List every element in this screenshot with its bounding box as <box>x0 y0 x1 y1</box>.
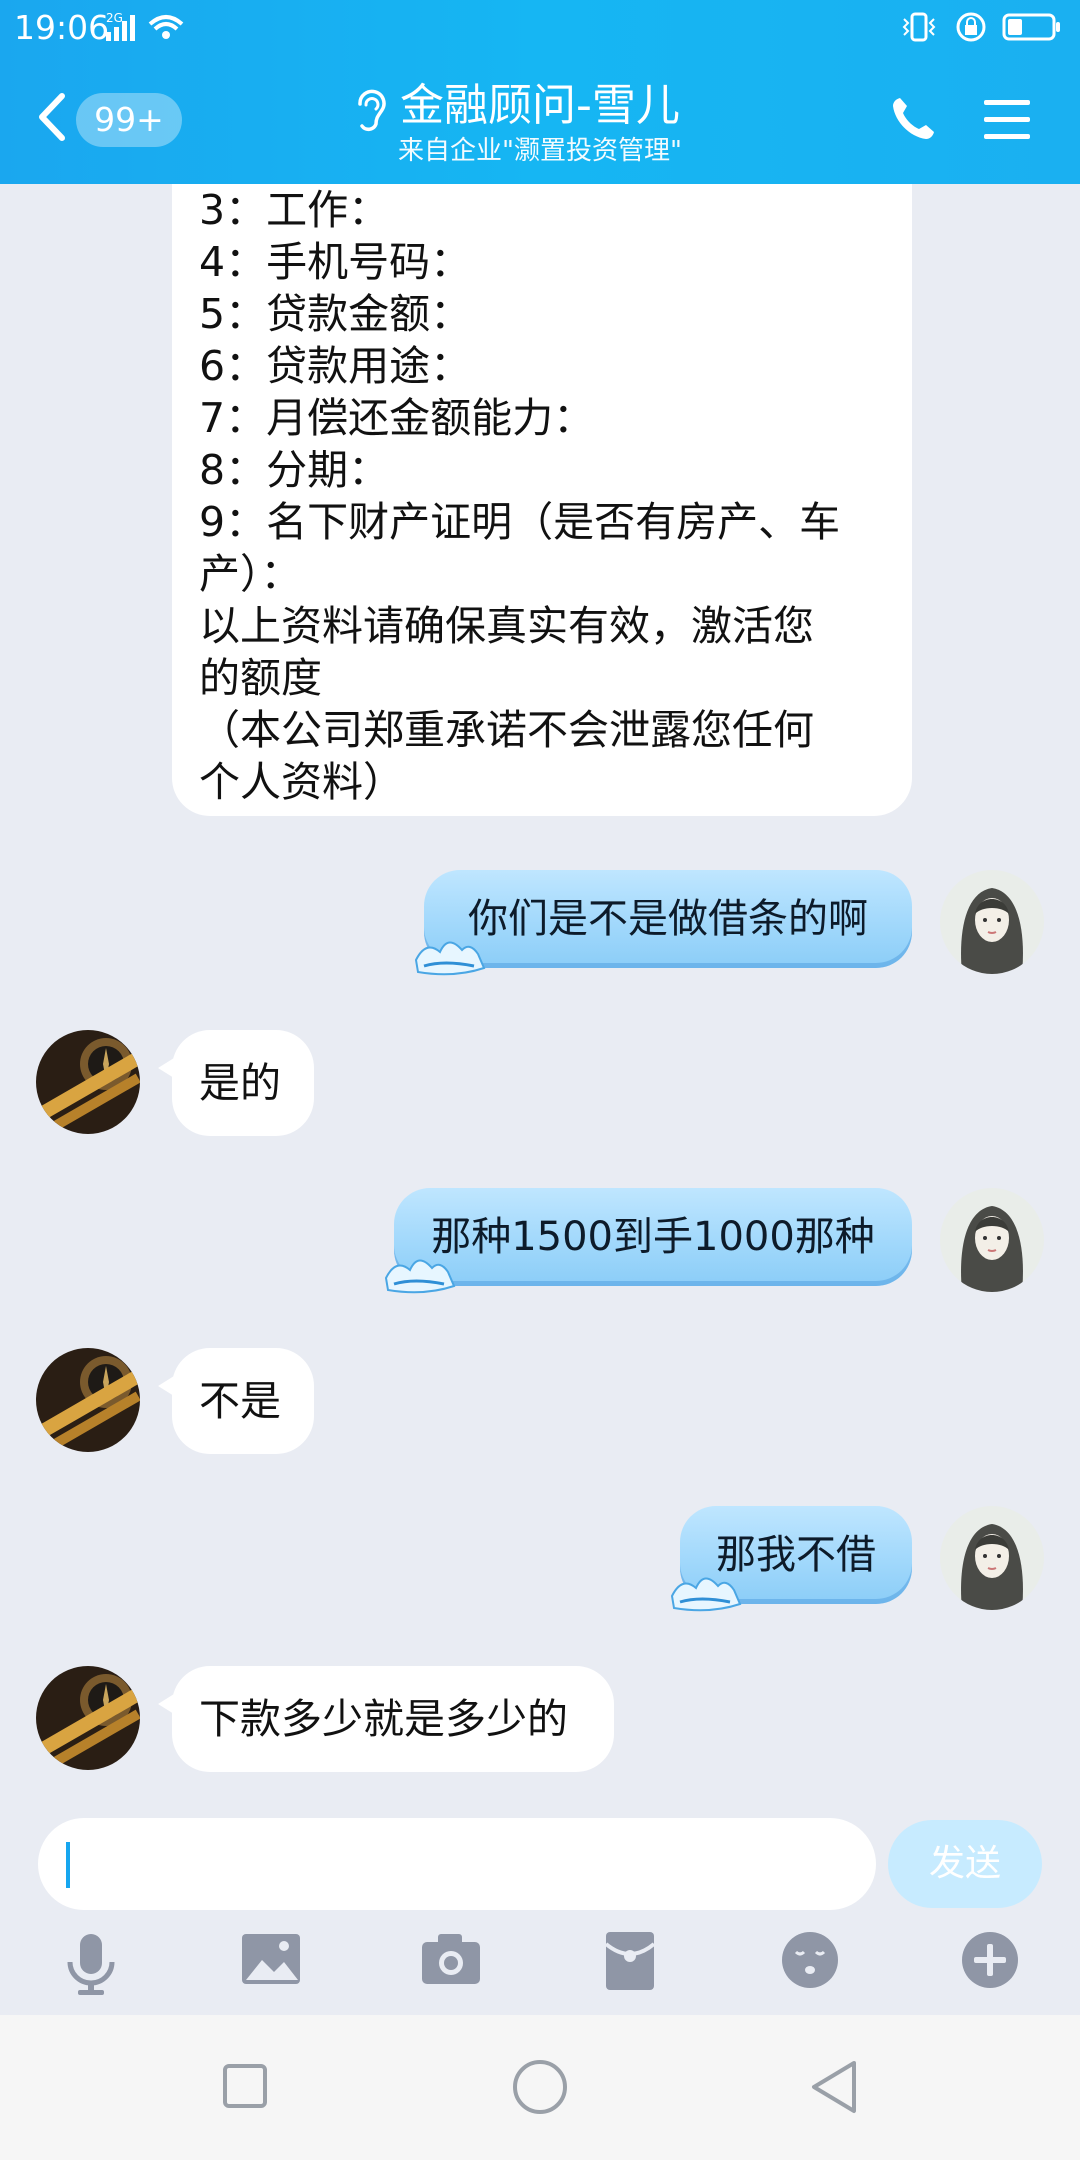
chat-screen: 19:06 2G 99+ 金融顾问-雪儿 来自企业"灏置投资管理" 3：工作： … <box>0 0 1080 2160</box>
battery-icon <box>1002 13 1060 41</box>
message-bubble-sent[interactable]: 你们是不是做借条的啊 <box>424 870 912 968</box>
message-bubble-received[interactable]: 下款多少就是多少的 <box>172 1666 614 1772</box>
home-icon[interactable] <box>512 2059 568 2115</box>
my-avatar[interactable] <box>940 870 1044 974</box>
camera-icon[interactable] <box>420 1930 482 1992</box>
message-text: 你们是不是做借条的啊 <box>468 896 868 942</box>
message-text: 下款多少就是多少的 <box>199 1695 568 1743</box>
message-line: 以上资料请确保真实有效，激活您 <box>199 602 814 650</box>
menu-icon[interactable] <box>982 98 1032 146</box>
vibrate-icon <box>902 12 936 42</box>
status-time: 19:06 <box>14 8 110 47</box>
message-bubble-sent[interactable]: 那种1500到手1000那种 <box>394 1188 912 1286</box>
message-line: 6：贷款用途： <box>199 342 472 390</box>
red-packet-icon[interactable] <box>604 1930 656 1996</box>
message-line: 3：工作： <box>199 186 390 234</box>
my-avatar[interactable] <box>940 1188 1044 1292</box>
image-icon[interactable] <box>240 1930 302 1992</box>
message-input[interactable] <box>38 1818 876 1910</box>
recent-apps-icon[interactable] <box>222 2063 268 2109</box>
back-nav-icon[interactable] <box>808 2059 860 2115</box>
chat-header: 19:06 2G 99+ 金融顾问-雪儿 来自企业"灏置投资管理" <box>0 0 1080 184</box>
send-button[interactable]: 发送 <box>888 1820 1042 1908</box>
phone-icon[interactable] <box>888 94 938 148</box>
message-list[interactable]: 3：工作： 4：手机号码： 5：贷款金额： 6：贷款用途： 7：月偿还金额能力：… <box>0 124 1080 1804</box>
microphone-icon[interactable] <box>62 1930 120 2002</box>
message-line: 8：分期： <box>199 446 390 494</box>
message-bubble-received[interactable]: 不是 <box>172 1348 314 1454</box>
message-line: 7：月偿还金额能力： <box>199 394 595 442</box>
svg-text:2G: 2G <box>106 11 123 25</box>
my-avatar[interactable] <box>940 1506 1044 1610</box>
message-bubble-received[interactable]: 3：工作： 4：手机号码： 5：贷款金额： 6：贷款用途： 7：月偿还金额能力：… <box>172 124 912 816</box>
wave-decoration-icon <box>670 1577 742 1612</box>
text-caret <box>66 1842 70 1888</box>
message-text: 是的 <box>199 1059 281 1107</box>
signal-icon: 2G <box>106 10 202 48</box>
contact-avatar[interactable] <box>36 1030 140 1134</box>
message-line: 5：贷款金额： <box>199 290 472 338</box>
message-line: （本公司郑重承诺不会泄露您任何 <box>199 706 814 754</box>
wave-decoration-icon <box>414 941 486 976</box>
lock-rotation-icon <box>956 12 986 42</box>
message-text: 不是 <box>199 1377 281 1425</box>
message-line: 个人资料） <box>199 758 404 806</box>
emoji-icon[interactable] <box>780 1930 840 1994</box>
message-bubble-received[interactable]: 是的 <box>172 1030 314 1136</box>
message-line: 产）： <box>199 550 302 598</box>
plus-icon[interactable] <box>960 1930 1020 1994</box>
system-navigation-bar <box>0 2015 1080 2160</box>
message-line: 9：名下财产证明（是否有房产、车 <box>199 498 841 546</box>
message-line: 4：手机号码： <box>199 238 472 286</box>
contact-avatar[interactable] <box>36 1348 140 1452</box>
contact-avatar[interactable] <box>36 1666 140 1770</box>
message-text: 那种1500到手1000那种 <box>431 1214 875 1260</box>
status-right-icons <box>898 10 1062 44</box>
wave-decoration-icon <box>384 1259 456 1294</box>
message-line: 的额度 <box>199 654 322 702</box>
